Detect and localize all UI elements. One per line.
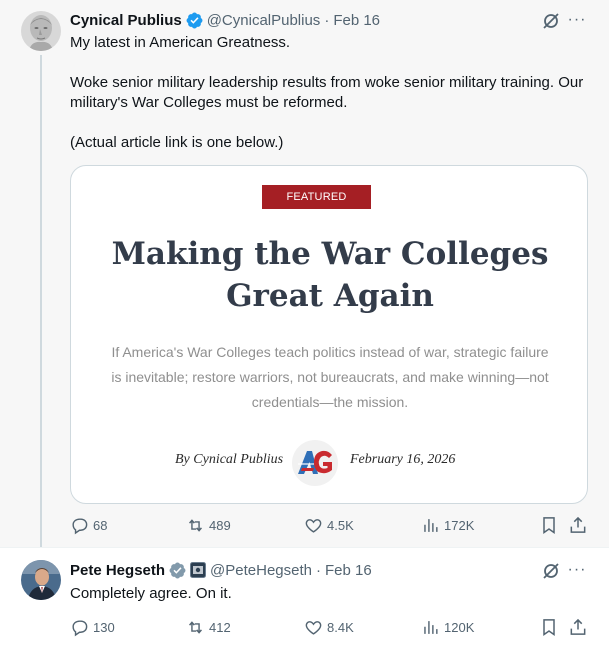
tweet-actions: 68 489 4.5K 172K (0, 514, 609, 536)
article-title: Making the War Colleges Great Again (111, 236, 549, 314)
views-icon (424, 620, 438, 634)
repost-count: 412 (209, 619, 231, 635)
share-icon[interactable] (568, 515, 588, 535)
like-count: 8.4K (327, 619, 354, 635)
reply-icon (72, 517, 88, 534)
separator-dot: · (316, 561, 321, 579)
verified-gray-icon[interactable] (169, 562, 186, 579)
author-handle[interactable]: @CynicalPublius (207, 12, 321, 29)
separator-dot: · (324, 11, 330, 29)
article-subtitle: If America's War Colleges teach politics… (111, 344, 549, 410)
views-button[interactable]: 172K (421, 514, 474, 536)
views-icon (424, 518, 438, 532)
like-button[interactable]: 4.5K (304, 514, 354, 536)
reply-button[interactable]: 130 (70, 616, 115, 638)
featured-article-badge: FEATURED ARTICLE (262, 185, 371, 227)
repost-icon (189, 620, 202, 634)
bookmark-icon[interactable] (539, 617, 559, 637)
reply-count: 68 (93, 517, 108, 533)
author-name[interactable]: Pete Hegseth (70, 562, 165, 579)
repost-icon (189, 518, 202, 532)
like-count: 4.5K (327, 517, 354, 533)
grok-icon[interactable] (541, 11, 561, 31)
american-greatness-logo (292, 440, 338, 486)
avatar[interactable] (21, 11, 61, 51)
grok-icon[interactable] (541, 561, 561, 581)
tweet-cynical-publius[interactable]: Cynical Publius @CynicalPublius · Feb 16… (0, 0, 609, 557)
repost-count: 489 (209, 517, 231, 533)
repost-button[interactable]: 412 (186, 616, 231, 638)
like-icon (305, 518, 322, 533)
article-card[interactable]: FEATURED ARTICLE Making the War Colleges… (70, 165, 588, 504)
thread-line (40, 55, 42, 557)
views-count: 120K (444, 619, 475, 635)
tweet-text: Completely agree. On it. (70, 585, 232, 602)
more-icon[interactable]: ··· (567, 10, 587, 30)
reply-count: 130 (93, 619, 115, 635)
reply-icon (72, 619, 88, 636)
tweet-header: Cynical Publius @CynicalPublius · Feb 16 (70, 10, 380, 30)
repost-button[interactable]: 489 (186, 514, 231, 536)
tweet-text: My latest in American Greatness. Woke se… (70, 34, 584, 151)
tweet-actions: 130 412 8.4K 120K (0, 616, 609, 638)
reply-button[interactable]: 68 (70, 514, 107, 536)
bookmark-icon[interactable] (539, 515, 559, 535)
avatar[interactable] (21, 560, 61, 600)
article-date: February 16, 2026 (350, 452, 456, 467)
tweet-date[interactable]: Feb 16 (333, 12, 380, 29)
author-handle[interactable]: @PeteHegseth (210, 562, 312, 579)
like-icon (305, 620, 322, 635)
share-icon[interactable] (568, 617, 588, 637)
views-button[interactable]: 120K (421, 616, 474, 638)
verified-blue-icon[interactable] (186, 12, 203, 29)
tweet-pete-hegseth[interactable]: Pete Hegseth @PeteHegseth · Feb 16 ··· C… (0, 547, 609, 655)
more-icon[interactable]: ··· (567, 560, 587, 580)
government-flag-icon[interactable] (190, 562, 207, 578)
tweet-header: Pete Hegseth @PeteHegseth · Feb 16 (70, 560, 372, 580)
author-name[interactable]: Cynical Publius (70, 12, 182, 29)
views-count: 172K (444, 517, 475, 533)
tweet-date[interactable]: Feb 16 (325, 562, 372, 579)
like-button[interactable]: 8.4K (304, 616, 354, 638)
article-byline: By Cynical Publius (175, 452, 284, 467)
